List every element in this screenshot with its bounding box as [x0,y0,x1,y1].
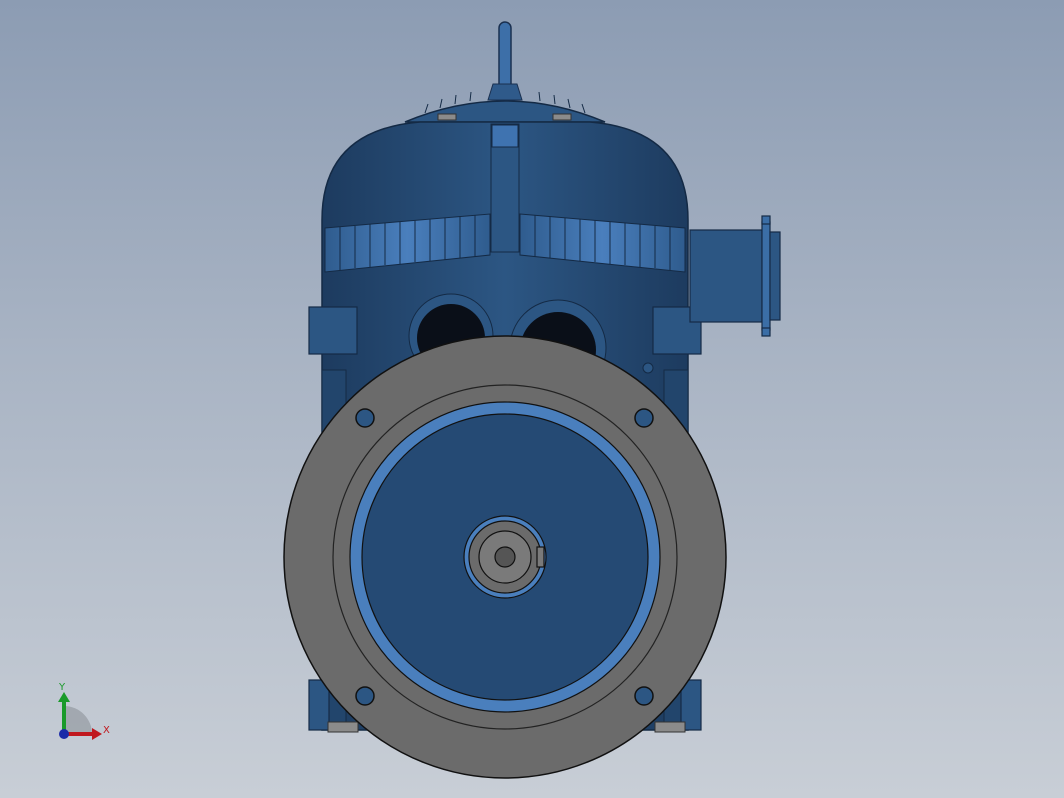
motor-model[interactable]: Y X [0,0,1064,798]
axis-triad: Y X [58,682,110,740]
axis-y-label: Y [58,682,66,693]
lifting-rod [487,21,523,101]
3d-graphics-viewport[interactable]: Y X [0,0,1064,798]
motor-shaft [463,515,547,599]
terminal-box [689,215,781,337]
axis-x-label: X [103,725,110,736]
center-rib [490,123,520,253]
